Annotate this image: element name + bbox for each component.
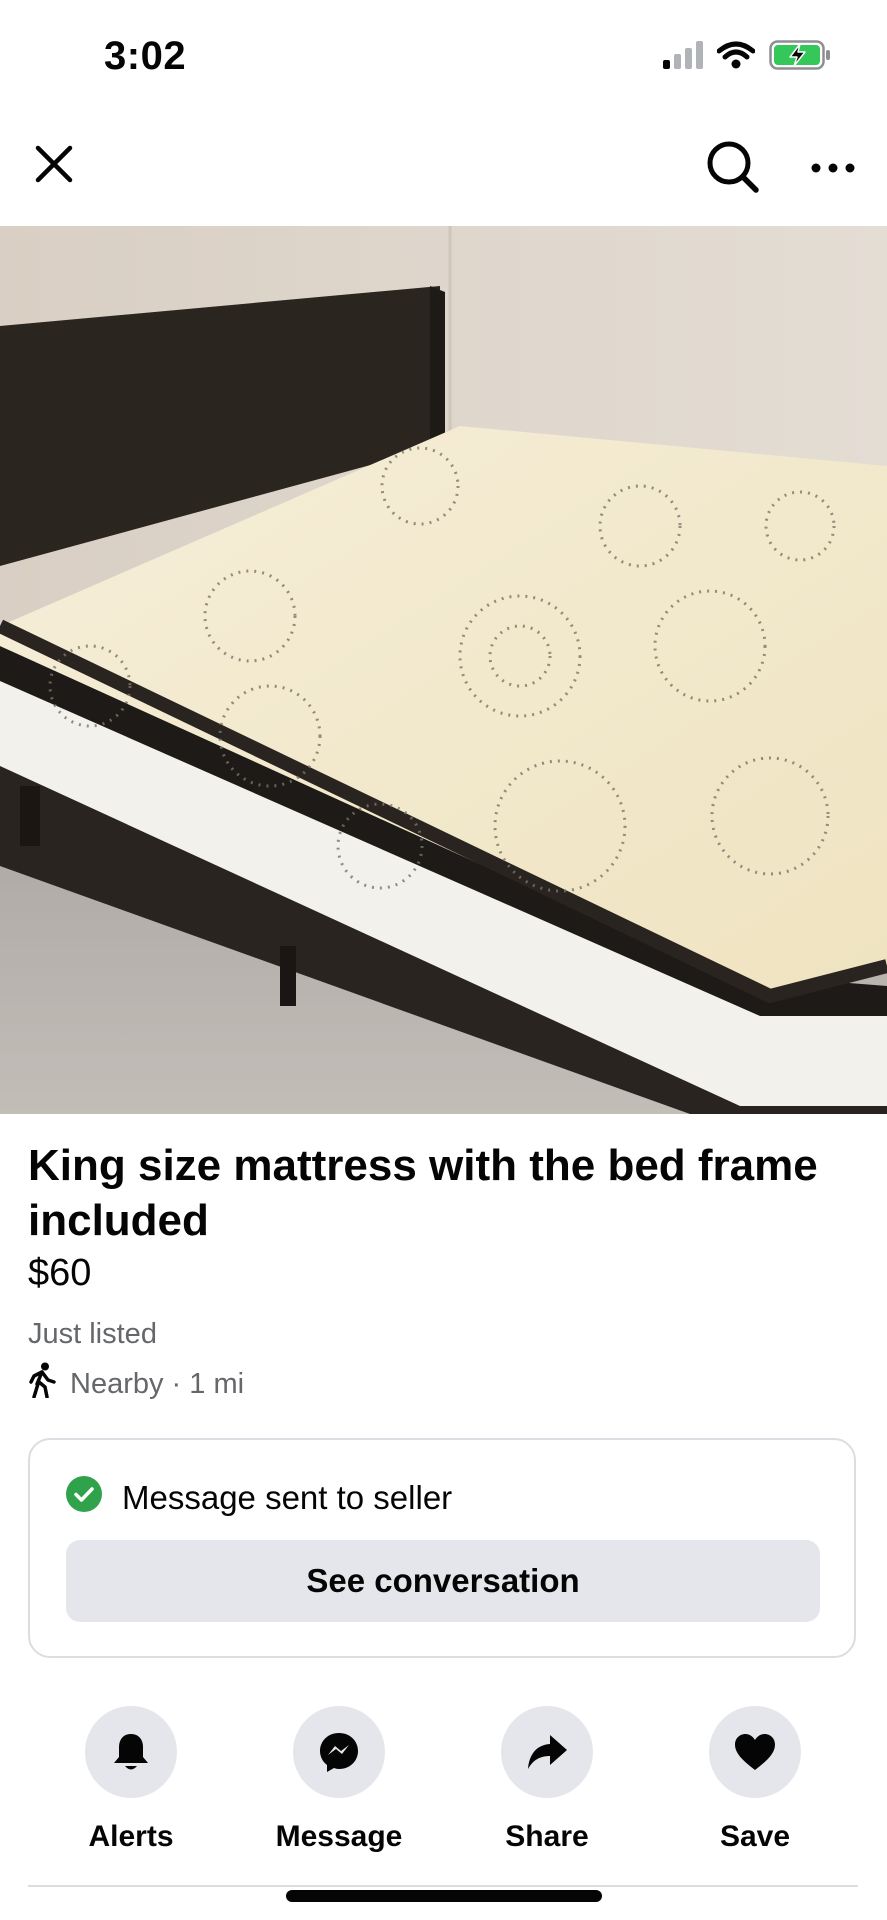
messenger-icon — [320, 1733, 358, 1772]
check-circle-icon — [66, 1476, 102, 1520]
action-bar: Alerts Message Share Save — [0, 1706, 887, 1853]
walking-person-icon — [28, 1362, 58, 1406]
heart-icon — [735, 1734, 775, 1770]
message-label: Message — [275, 1820, 403, 1853]
alerts-label: Alerts — [88, 1820, 174, 1853]
alerts-circle — [85, 1706, 177, 1798]
status-time: 3:02 — [104, 34, 187, 78]
listing-photo[interactable] — [0, 226, 887, 1114]
message-sent-card: Message sent to seller See conversation — [28, 1438, 856, 1658]
message-circle — [293, 1706, 385, 1798]
cellular-signal-icon — [663, 41, 703, 74]
see-conversation-button[interactable]: See conversation — [66, 1540, 820, 1622]
share-label: Share — [505, 1820, 589, 1853]
bell-icon — [114, 1734, 148, 1770]
listing-price: $60 — [28, 1252, 92, 1294]
location-text: Nearby · 1 mi — [70, 1367, 245, 1400]
battery-charging-icon — [769, 40, 831, 75]
search-icon — [707, 141, 759, 193]
home-indicator[interactable] — [286, 1890, 602, 1902]
share-arrow-icon — [528, 1735, 567, 1769]
alerts-button[interactable]: Alerts — [41, 1706, 221, 1854]
save-label: Save — [719, 1820, 791, 1853]
close-icon — [35, 145, 73, 183]
search-button[interactable] — [700, 134, 766, 200]
close-button[interactable] — [24, 134, 84, 194]
share-button[interactable]: Share — [457, 1706, 637, 1854]
share-circle — [501, 1706, 593, 1798]
status-icons — [663, 40, 831, 75]
wifi-icon — [716, 41, 756, 74]
status-bar: 3:02 — [0, 0, 887, 110]
more-icon — [811, 163, 855, 173]
listing-location: Nearby · 1 mi — [28, 1362, 244, 1406]
message-status-row: Message sent to seller — [66, 1476, 452, 1520]
save-button[interactable]: Save — [665, 1706, 845, 1854]
more-button[interactable] — [800, 140, 866, 196]
listed-time: Just listed — [28, 1318, 157, 1350]
listing-title: King size mattress with the bed frame in… — [28, 1141, 818, 1245]
message-button[interactable]: Message — [249, 1706, 429, 1854]
message-status-text: Message sent to seller — [122, 1479, 453, 1516]
save-circle — [709, 1706, 801, 1798]
mattress-photo-image — [0, 226, 887, 1114]
top-bar — [0, 110, 887, 226]
bottom-divider — [28, 1885, 858, 1887]
